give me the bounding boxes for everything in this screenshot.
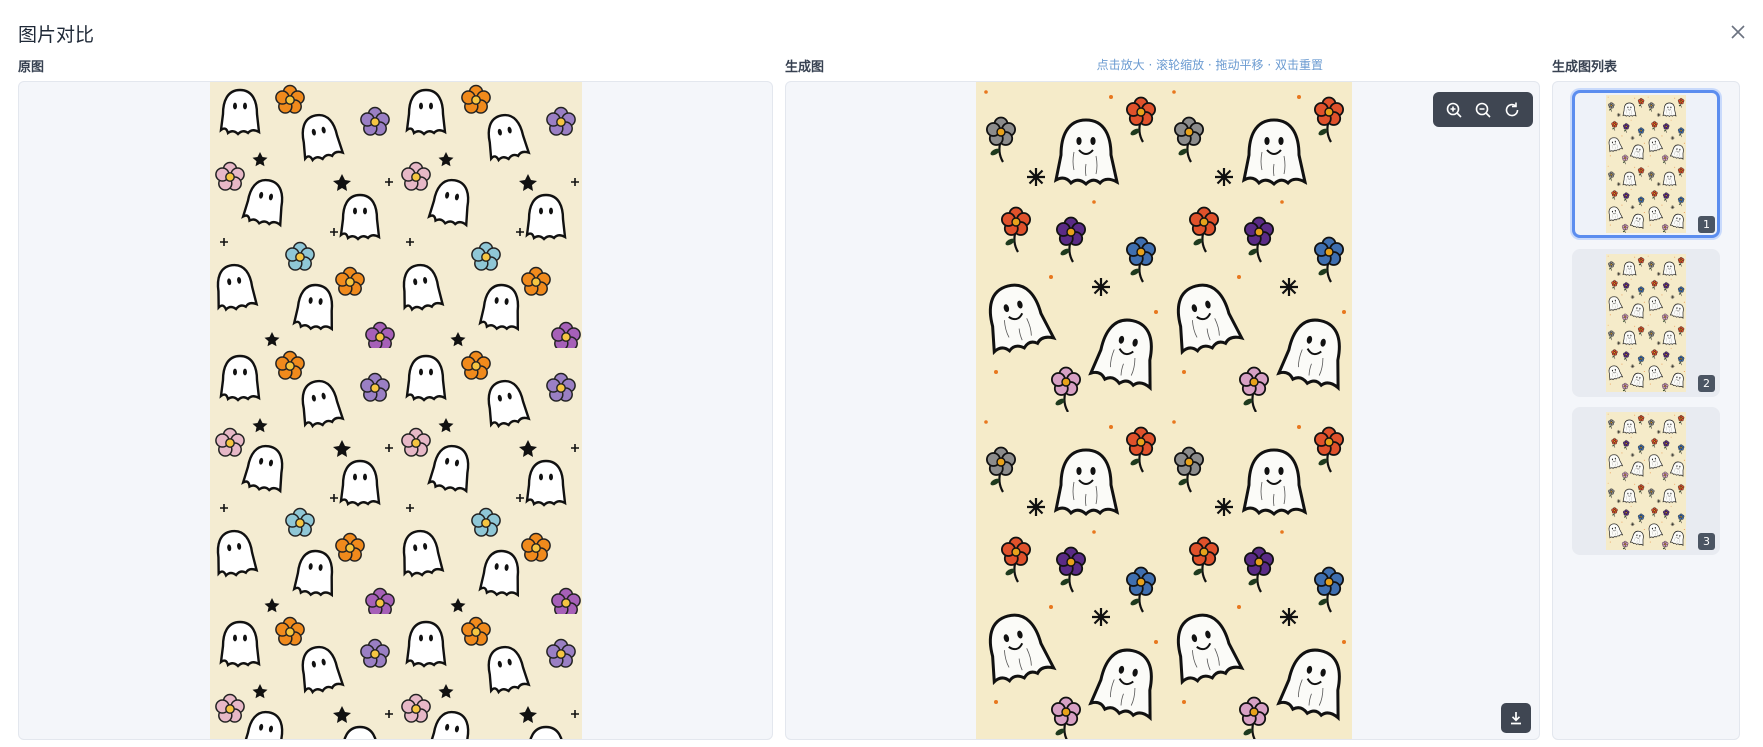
generated-image xyxy=(976,82,1352,739)
thumbnail-index-badge: 2 xyxy=(1698,375,1715,392)
zoom-in-icon[interactable] xyxy=(1443,99,1465,121)
generated-panel[interactable] xyxy=(785,81,1540,740)
zoom-out-icon[interactable] xyxy=(1472,99,1494,121)
close-icon[interactable] xyxy=(1728,22,1748,42)
thumbnail-index-badge: 1 xyxy=(1698,216,1715,233)
thumbnail-index-badge: 3 xyxy=(1698,533,1715,550)
download-icon xyxy=(1511,712,1521,725)
generated-list-label: 生成图列表 xyxy=(1552,60,1618,75)
dialog-title: 图片对比 xyxy=(18,24,95,46)
original-label: 原图 xyxy=(18,60,45,75)
thumbnail-item-2[interactable]: 2 xyxy=(1572,249,1720,397)
thumbnail-image xyxy=(1606,95,1686,233)
interaction-hint: 点击放大 · 滚轮缩放 · 拖动平移 · 双击重置 xyxy=(1096,58,1323,72)
image-toolbar xyxy=(1433,92,1533,127)
reset-icon[interactable] xyxy=(1501,99,1523,121)
thumbnail-item-1[interactable]: 1 xyxy=(1572,90,1720,238)
thumbnail-item-3[interactable]: 3 xyxy=(1572,407,1720,555)
download-button[interactable] xyxy=(1501,703,1531,733)
thumbnail-image xyxy=(1606,412,1686,550)
original-image xyxy=(210,82,582,739)
thumbnail-image xyxy=(1606,254,1686,392)
generated-label: 生成图 xyxy=(785,60,825,75)
original-panel xyxy=(18,81,773,740)
